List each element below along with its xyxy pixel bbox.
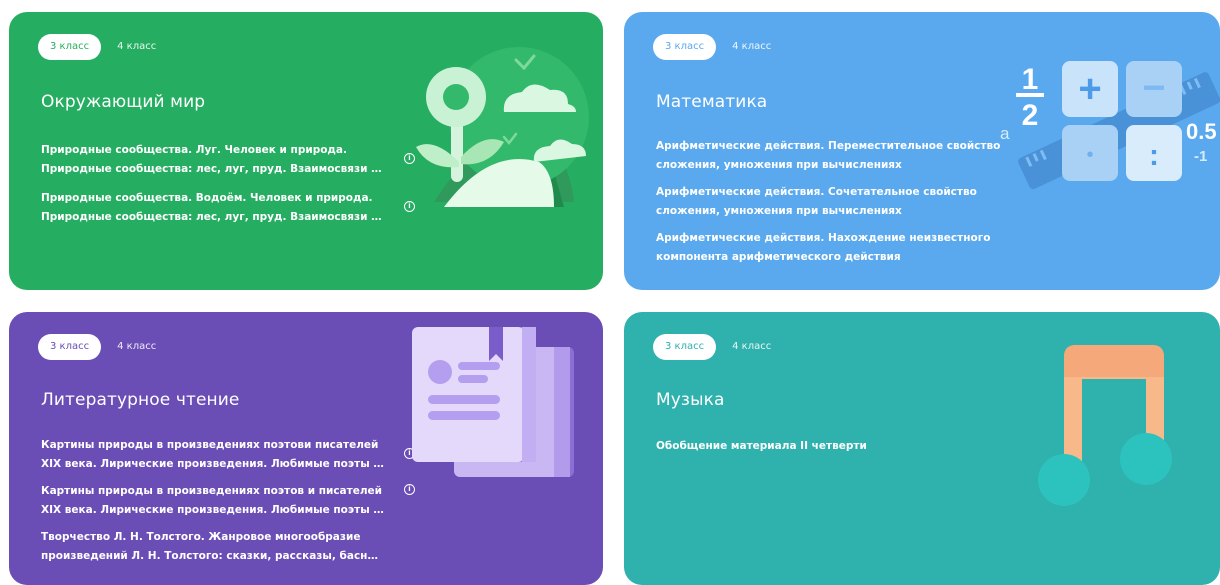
tab-grade-3[interactable]: 3 класс (38, 34, 102, 60)
tab-grade-4[interactable]: 4 класс (732, 334, 771, 360)
topic-item[interactable]: Картины природы в произведениях поэтови … (41, 436, 415, 474)
tab-grade-4[interactable]: 4 класс (117, 34, 156, 60)
music-note-illustration (1038, 345, 1172, 506)
topic-item[interactable]: Обобщение материала II четверти (656, 437, 1026, 456)
topic-list: Природные сообщества. Луг. Человек и при… (41, 141, 415, 235)
topic-line: XIX века. Лирические произведения. Любим… (41, 458, 385, 470)
topic-line: Природные сообщества. Водоём. Человек и … (41, 192, 373, 204)
dot-symbol: • (1086, 144, 1093, 166)
grade-tabs: 3 класс 4 класс (653, 334, 771, 360)
fraction-denominator: 2 (1022, 99, 1039, 132)
topic-line: сложения, умножения при вычислениях (656, 205, 902, 217)
subject-card-environment[interactable]: 3 класс 4 класс Окружающий мир Природные… (9, 12, 603, 290)
grade-tabs: 3 класс 4 класс (38, 334, 156, 360)
tab-grade-3[interactable]: 3 класс (653, 334, 717, 360)
topic-line: XIX века. Лирические произведения. Любим… (41, 504, 385, 516)
topic-line: Арифметические действия. Нахождение неиз… (656, 232, 991, 244)
topic-item[interactable]: Арифметические действия. Сочетательное с… (656, 183, 1026, 221)
tab-grade-3[interactable]: 3 класс (653, 34, 717, 60)
topic-item[interactable]: Арифметические действия. Переместительно… (656, 137, 1026, 175)
topic-list: Арифметические действия. Переместительно… (656, 137, 1026, 275)
subject-card-music[interactable]: 3 класс 4 класс Музыка Обобщение материа… (624, 312, 1220, 585)
topic-line: Природные сообщества: лес, луг, пруд. Вз… (41, 163, 385, 175)
topic-line: Картины природы в произведениях поэтов и… (41, 485, 383, 497)
topic-line: Природные сообщества. Луг. Человек и при… (41, 144, 347, 156)
topic-item[interactable]: Картины природы в произведениях поэтов и… (41, 482, 415, 520)
card-title[interactable]: Окружающий мир (41, 92, 205, 112)
plus-symbol: + (1078, 67, 1101, 111)
topic-list: Картины природы в произведениях поэтови … (41, 436, 415, 574)
card-title[interactable]: Музыка (656, 390, 724, 410)
negative-value: -1 (1194, 148, 1207, 165)
topic-item[interactable]: Природные сообщества. Луг. Человек и при… (41, 141, 415, 179)
tab-grade-3[interactable]: 3 класс (38, 334, 102, 360)
tab-grade-4[interactable]: 4 класс (732, 34, 771, 60)
books-illustration (412, 327, 574, 477)
minus-symbol: − (1142, 66, 1165, 110)
decimal-value: 0.5 (1186, 119, 1217, 144)
colon-symbol: : (1149, 139, 1159, 172)
fraction-numerator: 1 (1022, 63, 1039, 96)
tab-grade-4[interactable]: 4 класс (117, 334, 156, 360)
topic-line: сложения, умножения при вычислениях (656, 159, 902, 171)
topic-item[interactable]: Арифметические действия. Нахождение неиз… (656, 229, 1026, 267)
card-title[interactable]: Математика (656, 92, 767, 112)
topic-item[interactable]: Природные сообщества. Водоём. Человек и … (41, 189, 415, 227)
topic-line: Арифметические действия. Переместительно… (656, 140, 1001, 152)
topic-line: Творчество Л. Н. Толстого. Жанровое мног… (41, 531, 361, 543)
topic-line: произведений Л. Н. Толстого: сказки, рас… (41, 550, 385, 562)
subject-card-literature[interactable]: 3 класс 4 класс Литературное чтение Карт… (9, 312, 603, 585)
topic-line: Арифметические действия. Сочетательное с… (656, 186, 977, 198)
topic-item[interactable]: Творчество Л. Н. Толстого. Жанровое мног… (41, 528, 411, 566)
subject-card-math[interactable]: 3 класс 4 класс Математика Арифметически… (624, 12, 1220, 290)
topic-line: компонента арифметического действия (656, 251, 901, 263)
topic-line: Природные сообщества: лес, луг, пруд. Вз… (41, 211, 385, 223)
flower-plant-illustration (416, 47, 589, 207)
card-title[interactable]: Литературное чтение (41, 390, 239, 410)
math-calculator-illustration: + − • : 1 2 a 0.5 -1 (1000, 61, 1220, 190)
grade-tabs: 3 класс 4 класс (38, 34, 156, 60)
topic-line: Картины природы в произведениях поэтови … (41, 439, 379, 451)
topic-list: Обобщение материала II четверти (656, 437, 1026, 464)
topic-line: Обобщение материала II четверти (656, 440, 867, 452)
grade-tabs: 3 класс 4 класс (653, 34, 771, 60)
variable-a: a (1000, 124, 1010, 143)
